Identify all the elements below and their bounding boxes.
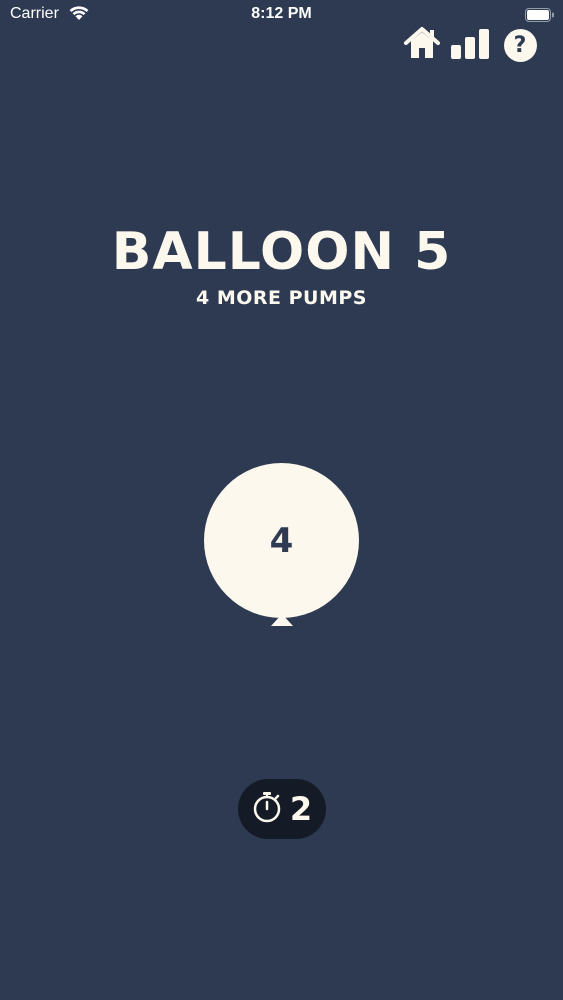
balloon-title: BALLOON 5 — [111, 222, 452, 282]
stats-button[interactable] — [451, 27, 491, 63]
timer-value: 2 — [289, 790, 313, 828]
balloon-count: 4 — [269, 520, 294, 561]
balloon-knot — [271, 614, 293, 626]
timer-pill: 2 — [238, 779, 326, 839]
pumps-remaining-label: 4 MORE PUMPS — [196, 287, 367, 309]
stopwatch-icon — [252, 791, 282, 827]
home-button[interactable] — [403, 26, 441, 64]
bar-chart-icon — [451, 27, 491, 63]
status-bar: Carrier 8:12 PM — [0, 0, 563, 30]
balloon-pump-target[interactable]: 4 — [204, 463, 359, 618]
question-icon: ? — [503, 28, 537, 62]
battery-icon — [525, 7, 555, 26]
home-icon — [403, 26, 441, 64]
help-button[interactable]: ? — [501, 28, 539, 62]
status-time: 8:12 PM — [251, 5, 312, 22]
